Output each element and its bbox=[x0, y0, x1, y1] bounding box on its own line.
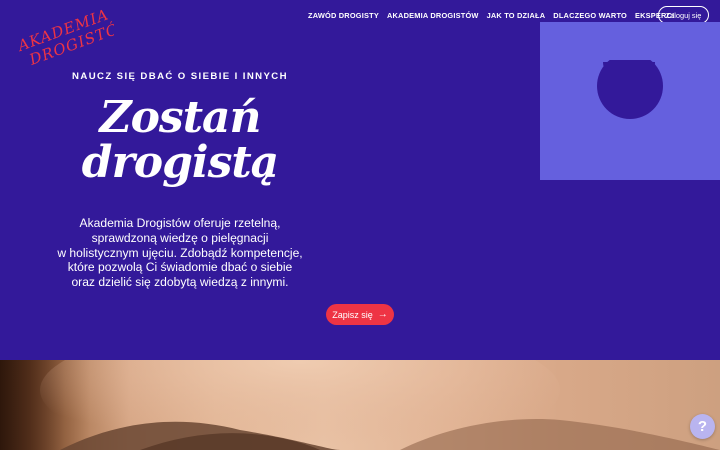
arrow-right-icon: → bbox=[377, 308, 388, 320]
nav-item-akademia-drogistow[interactable]: AKADEMIA DROGISTÓW bbox=[387, 11, 479, 20]
hero-description-line: Akademia Drogistów oferuje rzetelną, bbox=[79, 216, 281, 230]
nav-item-jak-to-dziala[interactable]: JAK TO DZIAŁA bbox=[487, 11, 546, 20]
signup-button-label: Zapisz się bbox=[332, 309, 373, 320]
photo-shading bbox=[0, 360, 720, 450]
hero-description-line: w holistycznym ujęciu. Zdobądź kompetenc… bbox=[57, 245, 303, 260]
signup-button[interactable]: Zapisz się → bbox=[326, 304, 394, 325]
hero-description-line: które pozwolą Ci świadomie dbać o siebie bbox=[67, 260, 293, 275]
hero-title-line1: Zostań bbox=[99, 92, 261, 143]
hero-title: Zostań drogistą bbox=[60, 95, 300, 185]
brand-logo[interactable]: AKADEMIA DROGISTÓW bbox=[10, 6, 114, 68]
main-nav: ZAWÓD DROGISTY AKADEMIA DROGISTÓW JAK TO… bbox=[300, 10, 674, 20]
help-button[interactable]: ? bbox=[690, 414, 715, 439]
hero-eyebrow: NAUCZ SIĘ DBAĆ O SIEBIE I INNYCH bbox=[72, 71, 288, 82]
hero-description-line: sprawdzoną wiedzę o pielęgnacji bbox=[91, 230, 269, 245]
hero-title-line2: drogistą bbox=[81, 137, 279, 188]
nav-item-zawod-drogisty[interactable]: ZAWÓD DROGISTY bbox=[308, 11, 379, 20]
hero-description-line: oraz dzielić się zdobytą wiedzą z innymi… bbox=[71, 275, 289, 290]
hero-photo bbox=[0, 360, 720, 450]
half-circles-icon bbox=[597, 60, 663, 119]
hero-description: Akademia Drogistów oferuje rzetelną, spr… bbox=[20, 216, 340, 290]
nav-item-dlaczego-warto[interactable]: DLACZEGO WARTO bbox=[553, 11, 627, 20]
